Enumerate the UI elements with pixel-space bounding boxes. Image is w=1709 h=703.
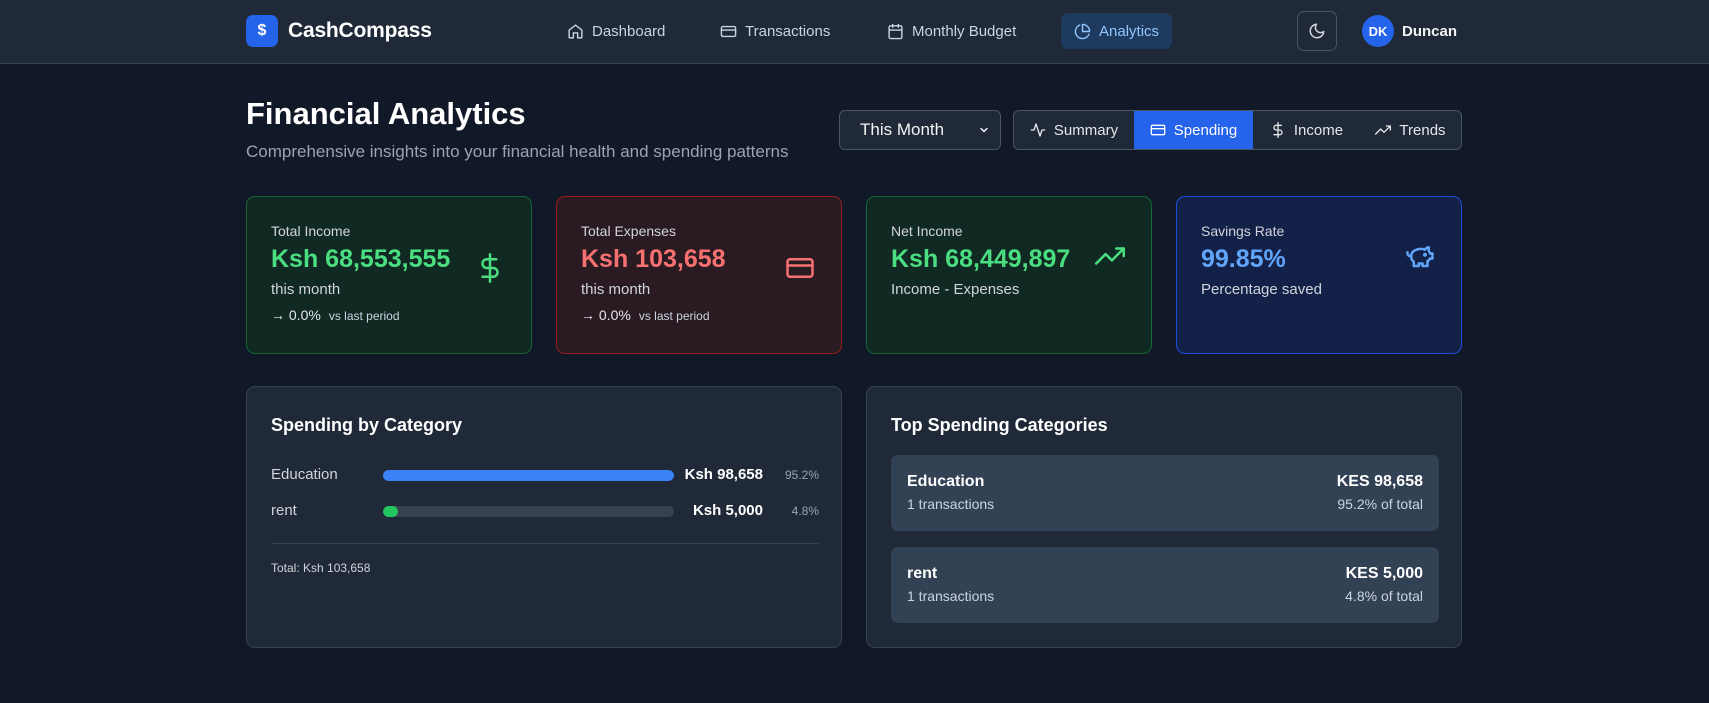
stat-label: Savings Rate [1201, 223, 1285, 239]
top-category-count: 1 transactions [907, 588, 995, 604]
category-bar-fill [383, 470, 674, 481]
top-category-share: 4.8% of total [1345, 588, 1423, 604]
stat-change-pct: → 0.0% [581, 307, 631, 323]
tab-summary[interactable]: Summary [1014, 111, 1134, 149]
calendar-icon [888, 23, 903, 39]
nav-link-label: Transactions [745, 22, 831, 40]
user-name: Duncan [1402, 22, 1458, 40]
stat-sub: Percentage saved [1201, 281, 1322, 298]
category-name: rent [271, 502, 297, 519]
user-menu[interactable]: DK Duncan [1362, 15, 1457, 47]
nav-link-dashboard[interactable]: Dashboard [554, 13, 678, 49]
top-category-name: rent [907, 565, 938, 582]
stat-sub: this month [271, 281, 341, 298]
stat-card-total-expenses: Total Expenses Ksh 103,658 this month → … [556, 196, 842, 354]
tab-trends[interactable]: Trends [1360, 111, 1461, 149]
dollar-icon [1273, 122, 1283, 138]
avatar: DK [1362, 15, 1394, 47]
credit-card-icon [1150, 124, 1166, 136]
stat-change: → 0.0% vs last period [271, 307, 507, 323]
top-category-name: Education [907, 473, 985, 490]
brand-logo-icon: $ [246, 15, 278, 47]
stat-change-vs: vs last period [328, 309, 400, 323]
category-percent: 4.8% [791, 504, 819, 518]
page-title: Financial Analytics [246, 96, 526, 131]
nav-link-label: Analytics [1099, 22, 1160, 40]
brand[interactable]: $ CashCompass [246, 15, 432, 47]
moon-icon [1309, 23, 1325, 39]
theme-toggle-button[interactable] [1297, 11, 1337, 51]
category-amount: Ksh 98,658 [684, 466, 763, 483]
stat-value: Ksh 68,553,555 [271, 245, 451, 273]
stat-label: Total Income [271, 223, 351, 239]
stat-card-net-income: Net Income Ksh 68,449,897 Income - Expen… [866, 196, 1152, 354]
top-category-amount: KES 5,000 [1345, 565, 1423, 582]
category-bar-track [383, 506, 674, 517]
page-subtitle: Comprehensive insights into your financi… [246, 142, 789, 161]
category-amount: Ksh 5,000 [692, 502, 763, 519]
divider [271, 543, 819, 544]
analytics-tabs: Summary Spending Income Trends [1013, 110, 1462, 150]
stat-value: Ksh 103,658 [581, 245, 726, 273]
category-bar-fill [383, 506, 398, 517]
top-spending-panel: Top Spending Categories Education 1 tran… [866, 386, 1462, 648]
chevron-down-icon [980, 127, 988, 133]
tab-income[interactable]: Income [1253, 111, 1360, 149]
top-category-amount: KES 98,658 [1336, 473, 1423, 490]
category-bar-track [383, 470, 674, 481]
stat-label: Net Income [891, 223, 963, 239]
stat-card-savings-rate: Savings Rate 99.85% Percentage saved [1176, 196, 1462, 354]
home-icon [568, 23, 583, 39]
tab-label: Income [1293, 121, 1344, 139]
stat-label: Total Expenses [581, 223, 676, 239]
category-bar-row: rent Ksh 5,000 4.8% [271, 499, 819, 523]
top-category-share: 95.2% of total [1337, 496, 1423, 512]
category-bar-row: Education Ksh 98,658 95.2% [271, 463, 819, 487]
top-category-item[interactable]: rent 1 transactions KES 5,000 4.8% of to… [891, 547, 1439, 623]
stat-change-vs: vs last period [638, 309, 710, 323]
nav-link-label: Monthly Budget [912, 22, 1017, 40]
tab-label: Spending [1173, 121, 1238, 139]
stat-sub: this month [581, 281, 651, 298]
nav-link-label: Dashboard [592, 22, 666, 40]
nav-link-transactions[interactable]: Transactions [707, 13, 843, 49]
stat-change: → 0.0% vs last period [581, 307, 817, 323]
credit-card-icon [720, 25, 737, 37]
panel-title: Spending by Category [271, 415, 463, 435]
top-category-item[interactable]: Education 1 transactions KES 98,658 95.2… [891, 455, 1439, 531]
stat-card-total-income: Total Income Ksh 68,553,555 this month →… [246, 196, 532, 354]
pie-chart-icon [1074, 23, 1091, 39]
stat-sub: Income - Expenses [891, 281, 1020, 298]
spending-by-category-panel: Spending by Category Education Ksh 98,65… [246, 386, 842, 648]
tab-label: Summary [1053, 121, 1119, 139]
top-nav: $ CashCompass Dashboard Transactions Mon… [0, 0, 1709, 64]
nav-link-analytics[interactable]: Analytics [1061, 13, 1173, 49]
period-select[interactable]: This Month [839, 110, 1001, 150]
piggy-bank-icon [1406, 246, 1434, 268]
tab-label: Trends [1399, 121, 1446, 139]
panel-title: Top Spending Categories [891, 415, 1108, 435]
stat-change-pct: → 0.0% [271, 307, 321, 323]
activity-icon [1030, 123, 1046, 137]
period-select-value: This Month [860, 120, 945, 139]
stat-value: 99.85% [1201, 245, 1286, 273]
top-category-count: 1 transactions [907, 496, 995, 512]
category-name: Education [271, 466, 338, 483]
trending-up-icon [1375, 125, 1392, 135]
trending-up-icon [1095, 247, 1125, 265]
tab-spending[interactable]: Spending [1134, 111, 1253, 149]
brand-name: CashCompass [288, 19, 432, 42]
category-percent: 95.2% [784, 468, 819, 482]
nav-link-monthly-budget[interactable]: Monthly Budget [874, 13, 1029, 49]
dollar-icon [481, 253, 499, 283]
stat-value: Ksh 68,449,897 [891, 245, 1071, 273]
spending-total: Total: Ksh 103,658 [271, 561, 371, 575]
credit-card-icon [786, 258, 814, 278]
